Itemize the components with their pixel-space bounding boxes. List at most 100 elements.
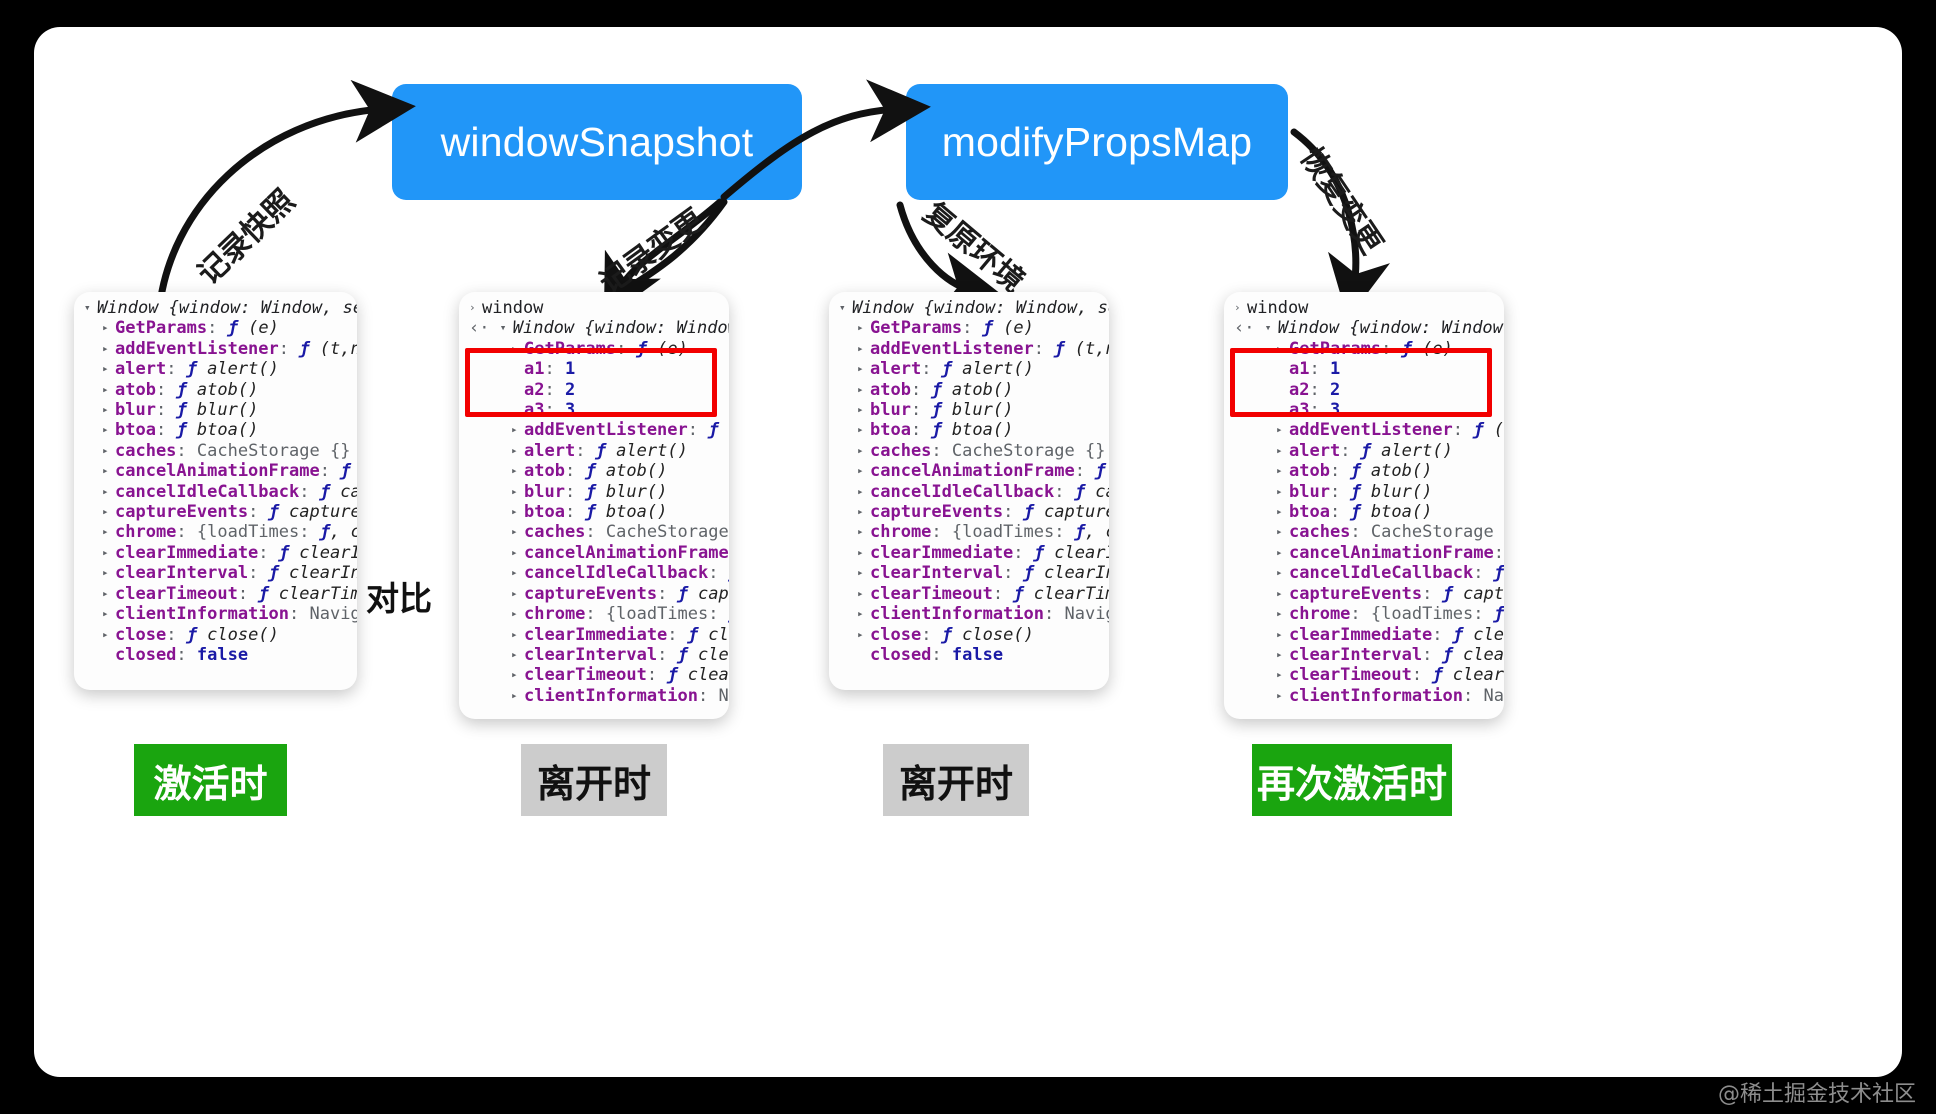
console-result-row[interactable]: ▾ Window {window: Window, se: [74, 298, 357, 318]
triangle-right-icon[interactable]: ▸: [102, 625, 115, 645]
triangle-down-icon[interactable]: ▾: [84, 298, 97, 318]
triangle-right-icon[interactable]: ▸: [102, 584, 115, 604]
console-property-row[interactable]: closed: false: [829, 645, 1109, 665]
console-property-row[interactable]: ▸cancelIdleCallback: ƒ can: [74, 482, 357, 502]
triangle-right-icon[interactable]: ▸: [102, 339, 115, 359]
triangle-right-icon[interactable]: ▸: [102, 400, 115, 420]
triangle-right-icon[interactable]: ▸: [857, 420, 870, 440]
console-property-row[interactable]: ▸ atob: ƒ atob(): [74, 380, 357, 400]
console-property-row[interactable]: ▸clearTimeout: ƒ clearTime: [829, 584, 1109, 604]
console-property-row[interactable]: closed: false: [74, 645, 357, 665]
console-property-row[interactable]: ▸addEventListener: ƒ (t,n): [74, 339, 357, 359]
triangle-right-icon[interactable]: ▸: [857, 502, 870, 522]
console-property-row[interactable]: a2: 2: [1224, 380, 1504, 400]
console-property-row[interactable]: ▸ atob: ƒ atob(): [829, 380, 1109, 400]
triangle-right-icon[interactable]: ▸: [1276, 563, 1289, 583]
console-property-row[interactable]: ▸clearImmediate: ƒ clear: [459, 625, 729, 645]
triangle-right-icon[interactable]: ▸: [857, 625, 870, 645]
console-property-row[interactable]: ▸ GetParams: ƒ (e): [74, 318, 357, 338]
console-property-row[interactable]: ▸cancelAnimationFrame: ƒ c: [829, 461, 1109, 481]
triangle-right-icon[interactable]: ▸: [1276, 584, 1289, 604]
triangle-right-icon[interactable]: ▸: [857, 563, 870, 583]
triangle-right-icon[interactable]: ▸: [857, 461, 870, 481]
state-chip-leave-2[interactable]: 离开时: [883, 744, 1029, 816]
triangle-right-icon[interactable]: ▸: [1276, 482, 1289, 502]
triangle-right-icon[interactable]: ▸: [102, 359, 115, 379]
triangle-right-icon[interactable]: ▸: [857, 359, 870, 379]
triangle-right-icon[interactable]: ▸: [857, 380, 870, 400]
triangle-down-icon[interactable]: ▾: [839, 298, 852, 318]
console-property-row[interactable]: ▸clearImmediate: ƒ clearIm: [74, 543, 357, 563]
triangle-right-icon[interactable]: ▸: [511, 686, 524, 706]
triangle-right-icon[interactable]: ▸: [857, 522, 870, 542]
console-property-row[interactable]: a3: 3: [459, 400, 729, 420]
console-property-row[interactable]: ▸clientInformation: Naviga: [74, 604, 357, 624]
triangle-right-icon[interactable]: ▸: [1276, 604, 1289, 624]
console-property-row[interactable]: ▸cancelAnimationFrame: ƒ: [1224, 543, 1504, 563]
triangle-right-icon[interactable]: ▸: [102, 380, 115, 400]
triangle-right-icon[interactable]: ▸: [102, 482, 115, 502]
triangle-right-icon[interactable]: ▸: [511, 604, 524, 624]
triangle-right-icon[interactable]: ▸: [511, 441, 524, 461]
console-property-row[interactable]: ▸ blur: ƒ blur(): [459, 482, 729, 502]
triangle-right-icon[interactable]: ▸: [102, 420, 115, 440]
console-property-row[interactable]: ▸chrome: {loadTimes: ƒ,: [1224, 604, 1504, 624]
console-property-row[interactable]: ▸clearImmediate: ƒ clearIm: [829, 543, 1109, 563]
triangle-down-icon[interactable]: ▾: [500, 318, 513, 338]
triangle-right-icon[interactable]: ▸: [511, 522, 524, 542]
triangle-right-icon[interactable]: ▸: [857, 400, 870, 420]
triangle-right-icon[interactable]: ▸: [1276, 420, 1289, 440]
console-prompt-row[interactable]: › window: [1224, 298, 1504, 318]
console-property-row[interactable]: a1: 1: [459, 359, 729, 379]
triangle-right-icon[interactable]: ▸: [102, 461, 115, 481]
triangle-right-icon[interactable]: ▸: [1276, 339, 1289, 359]
triangle-right-icon[interactable]: ▸: [1276, 645, 1289, 665]
console-property-row[interactable]: ▸addEventListener: ƒ (t,: [1224, 420, 1504, 440]
console-property-row[interactable]: ▸ alert: ƒ alert(): [1224, 441, 1504, 461]
console-property-row[interactable]: ▸ GetParams: ƒ (e): [829, 318, 1109, 338]
console-property-row[interactable]: ▸ close: ƒ close(): [829, 625, 1109, 645]
console-property-row[interactable]: ▸ atob: ƒ atob(): [459, 461, 729, 481]
console-property-row[interactable]: ▸ alert: ƒ alert(): [459, 441, 729, 461]
triangle-right-icon[interactable]: ▸: [511, 543, 524, 563]
console-property-row[interactable]: ▸clientInformation: Navi: [1224, 686, 1504, 706]
console-property-row[interactable]: ▸ btoa: ƒ btoa(): [1224, 502, 1504, 522]
console-property-row[interactable]: ▸ GetParams: ƒ (e): [459, 339, 729, 359]
console-property-row[interactable]: ▸clientInformation: Navi: [459, 686, 729, 706]
triangle-right-icon[interactable]: ▸: [857, 482, 870, 502]
triangle-right-icon[interactable]: ▸: [1276, 625, 1289, 645]
console-property-row[interactable]: a3: 3: [1224, 400, 1504, 420]
triangle-right-icon[interactable]: ▸: [1276, 502, 1289, 522]
state-chip-leave-1[interactable]: 离开时: [521, 744, 667, 816]
triangle-right-icon[interactable]: ▸: [1276, 522, 1289, 542]
triangle-right-icon[interactable]: ▸: [511, 563, 524, 583]
triangle-right-icon[interactable]: ▸: [1276, 461, 1289, 481]
console-result-row[interactable]: ‹· ▾Window {window: Window, s: [1224, 318, 1504, 338]
console-property-row[interactable]: ▸cancelIdleCallback: ƒ can: [829, 482, 1109, 502]
console-property-row[interactable]: a2: 2: [459, 380, 729, 400]
console-panel-leave-1[interactable]: ›window‹· ▾Window {window: Window, s▸Get…: [459, 292, 729, 719]
console-property-row[interactable]: a1: 1: [1224, 359, 1504, 379]
triangle-right-icon[interactable]: ▸: [511, 339, 524, 359]
process-box-modify-props-map[interactable]: modifyPropsMap: [906, 84, 1288, 200]
console-property-row[interactable]: ▸cancelAnimationFrame: ƒ: [459, 543, 729, 563]
console-property-row[interactable]: ▸cancelAnimationFrame: ƒ c: [74, 461, 357, 481]
console-property-row[interactable]: ▸ btoa: ƒ btoa(): [459, 502, 729, 522]
triangle-right-icon[interactable]: ▸: [857, 318, 870, 338]
console-property-row[interactable]: ▸clearTimeout: ƒ clearTi: [459, 665, 729, 685]
triangle-right-icon[interactable]: ▸: [511, 584, 524, 604]
console-property-row[interactable]: ▸captureEvents: ƒ captur: [1224, 584, 1504, 604]
console-property-row[interactable]: ▸addEventListener: ƒ (t,n): [829, 339, 1109, 359]
triangle-right-icon[interactable]: ▸: [511, 645, 524, 665]
console-property-row[interactable]: ▸caches: CacheStorage {}: [74, 441, 357, 461]
console-property-row[interactable]: ▸captureEvents: ƒ captureE: [829, 502, 1109, 522]
console-property-row[interactable]: ▸clientInformation: Naviga: [829, 604, 1109, 624]
console-property-row[interactable]: ▸chrome: {loadTimes: ƒ, cs: [74, 522, 357, 542]
triangle-right-icon[interactable]: ▸: [511, 625, 524, 645]
console-panel-activate[interactable]: ▾ Window {window: Window, se ▸ GetParams: ƒ…: [74, 292, 357, 690]
console-property-row[interactable]: ▸ blur: ƒ blur(): [1224, 482, 1504, 502]
triangle-right-icon[interactable]: ▸: [511, 665, 524, 685]
console-property-row[interactable]: ▸captureEvents: ƒ captureE: [74, 502, 357, 522]
process-box-window-snapshot[interactable]: windowSnapshot: [392, 84, 802, 200]
triangle-right-icon[interactable]: ▸: [102, 543, 115, 563]
